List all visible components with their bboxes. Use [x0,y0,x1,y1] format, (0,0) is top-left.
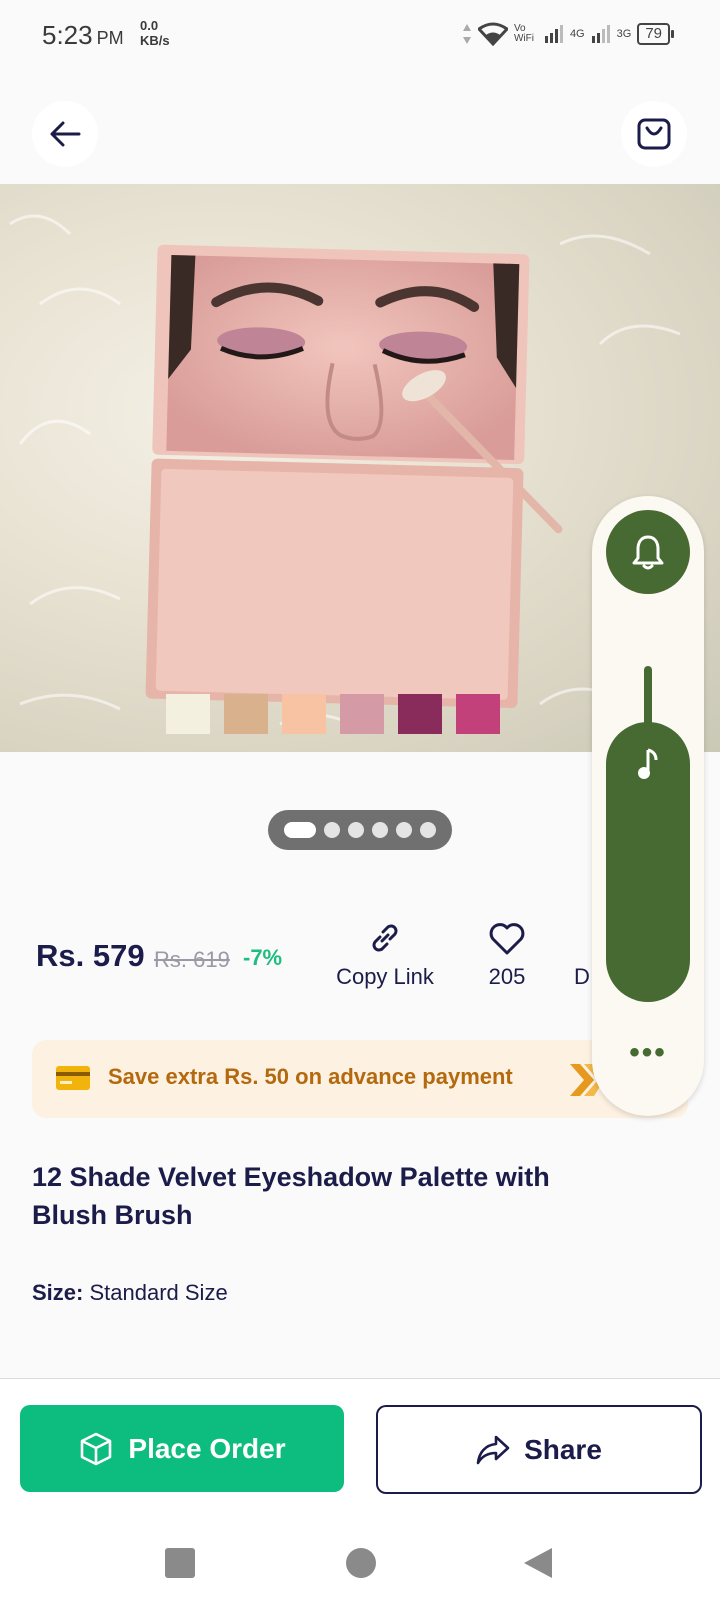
price: Rs. 579 [36,938,145,973]
network-type-3g: 3G [616,28,632,40]
cart-button[interactable] [621,101,687,167]
image-carousel-indicator [268,810,452,850]
wifi-icon [477,22,508,46]
data-arrows-icon [462,24,471,44]
time-ampm: PM [96,28,124,48]
music-note-icon [606,748,690,787]
network-speed-value: 0.0 [140,18,159,33]
download-label: D [574,964,590,989]
vowifi-label: Vo WiFi [513,23,534,44]
home-button[interactable] [346,1548,376,1578]
share-label: Share [524,1433,602,1465]
heart-icon [489,923,525,955]
network-speed-unit: KB/s [140,33,170,48]
shopping-bag-icon [637,118,671,150]
carousel-dot[interactable] [348,822,364,838]
copy-link-label: Copy Link [336,964,434,989]
network-speed: 0.0 KB/s [140,18,170,48]
place-order-button[interactable]: Place Order [20,1405,344,1492]
discount-badge: -7% [243,945,283,970]
carousel-dot[interactable] [324,822,340,838]
offer-text: Save extra Rs. 50 on advance payment [108,1064,513,1089]
credit-card-icon [56,1066,90,1090]
carousel-dot[interactable] [372,822,388,838]
advance-payment-offer-banner[interactable]: Save extra Rs. 50 on advance payment [32,1040,688,1118]
size-value: Standard Size [89,1280,228,1305]
original-price: Rs. 619 [154,947,230,972]
share-arrow-icon [476,1435,510,1464]
network-type-4g: 4G [569,28,585,40]
signal-icon-2 [591,25,610,43]
media-volume-slider[interactable] [606,722,690,1002]
size-label: Size: [32,1280,84,1305]
more-options-icon[interactable]: ••• [592,1036,704,1070]
share-button[interactable]: Share [376,1405,702,1494]
back-arrow-icon [50,121,81,147]
link-icon [372,924,398,952]
product-title: 12 Shade Velvet Eyeshadow Palette with B… [32,1162,550,1230]
bell-icon [632,535,664,570]
carousel-dot[interactable] [396,822,412,838]
volume-panel: ••• [592,496,704,1116]
carousel-dot[interactable] [420,822,436,838]
time-value: 5:23 [42,20,93,50]
size-row: Size: Standard Size [32,1280,228,1306]
battery-indicator: 79 [637,23,674,45]
eyeshadow-pans [166,694,500,734]
status-icons: Vo WiFi 4G 3G 79 [462,20,674,48]
recent-apps-button[interactable] [165,1548,195,1578]
carousel-dot-active[interactable] [284,822,316,838]
back-nav-icon[interactable] [522,1546,554,1580]
place-order-label: Place Order [128,1432,286,1464]
signal-icon-1 [544,25,563,43]
wishlist-button[interactable]: 205 [470,920,544,990]
package-icon [81,1432,112,1465]
wishlist-count: 205 [488,964,526,989]
back-button[interactable] [32,101,98,167]
status-time: 5:23 PM [42,20,124,51]
copy-link-button[interactable]: Copy Link [330,920,440,990]
ringer-mode-button[interactable] [606,510,690,594]
